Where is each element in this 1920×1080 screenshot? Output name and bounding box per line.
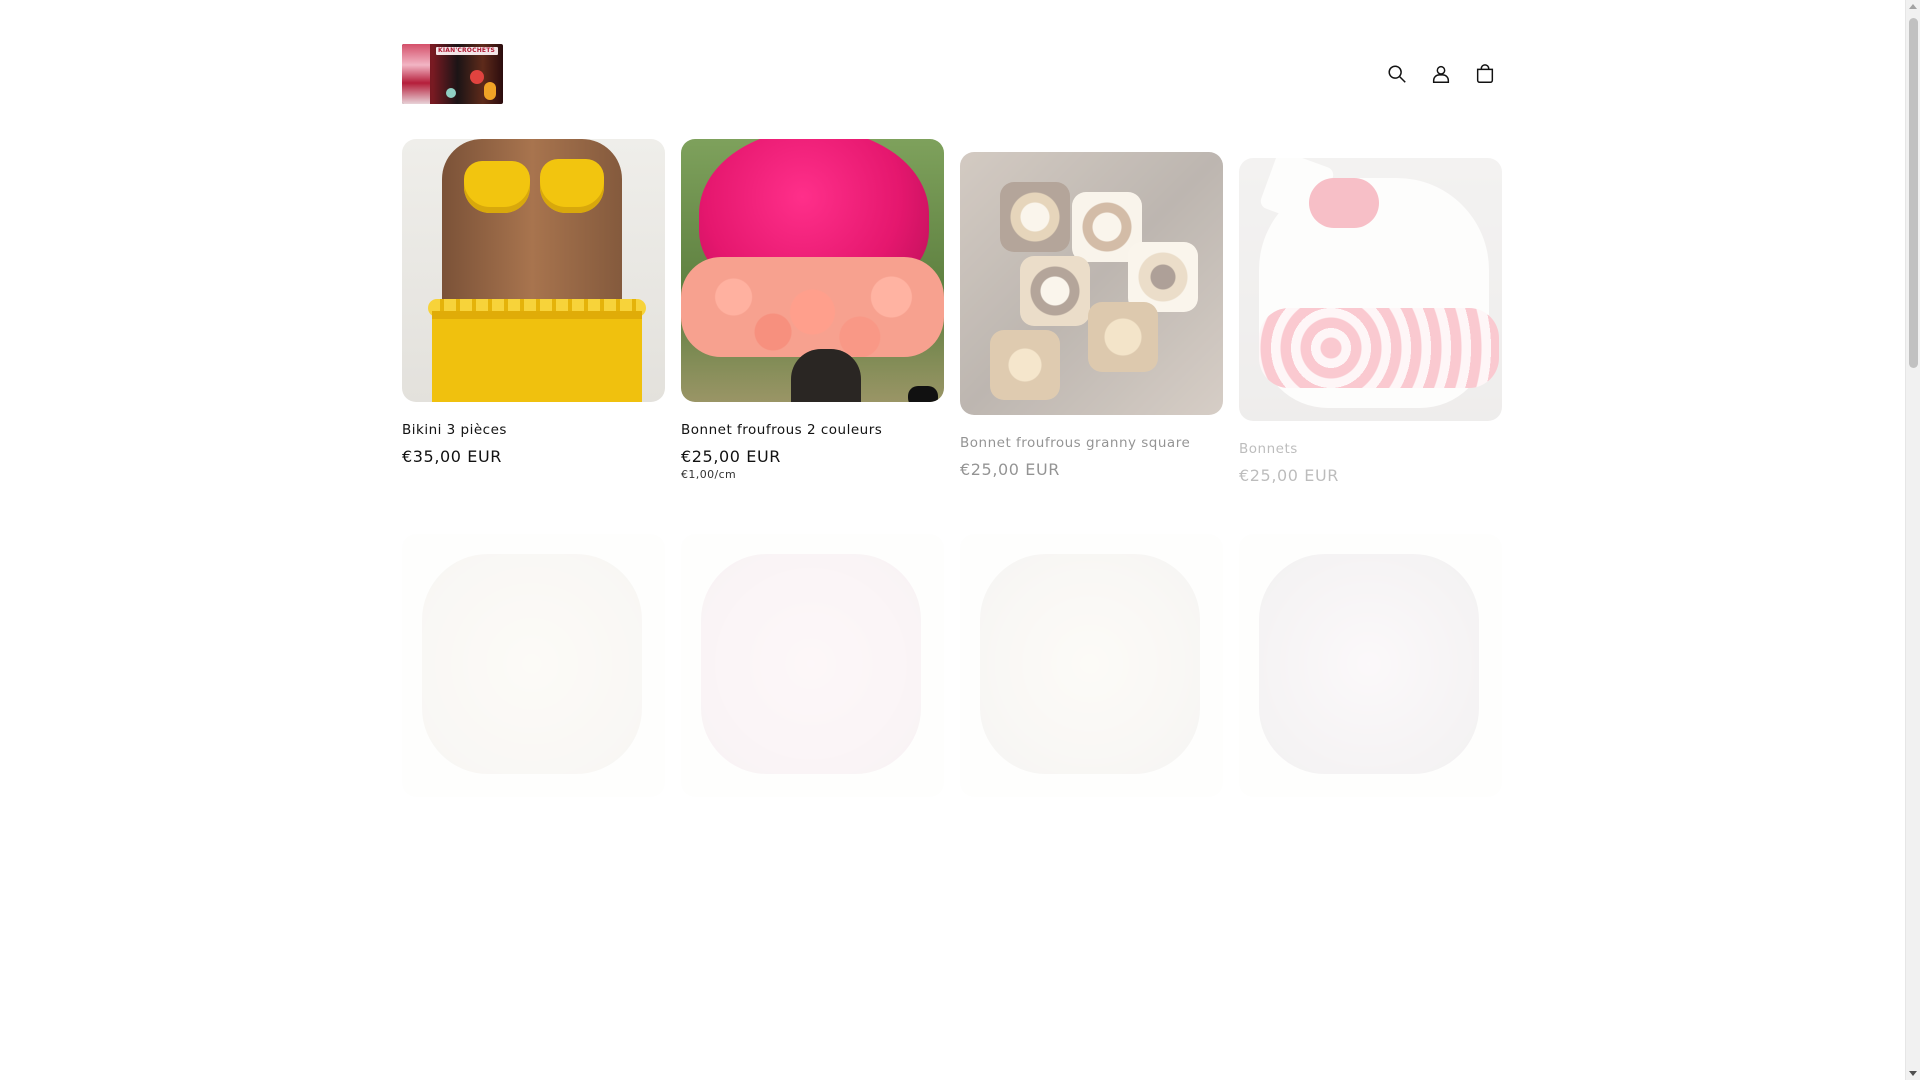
site-header: KIAN'CROCHETS — [402, 40, 1503, 108]
product-card[interactable]: Bonnet froufrous granny square €25,00 EU… — [960, 152, 1223, 481]
product-price: €25,00 EUR — [1239, 466, 1340, 485]
product-card[interactable] — [1239, 534, 1502, 815]
product-card[interactable]: Bonnets €25,00 EUR — [1239, 158, 1502, 487]
scroll-down-arrow-icon[interactable] — [1909, 1071, 1917, 1076]
product-image[interactable] — [402, 139, 665, 402]
image-detail — [464, 161, 530, 213]
product-card[interactable]: Bonnet froufrous 2 couleurs €25,00 EUR €… — [681, 139, 944, 482]
logo-decoration — [470, 70, 484, 84]
account-icon — [1432, 65, 1450, 83]
logo-photo-strip — [402, 44, 430, 104]
product-image[interactable] — [681, 534, 944, 797]
image-detail — [432, 311, 642, 402]
image-badge — [908, 386, 938, 402]
cart-icon — [1476, 64, 1494, 83]
scrollbar-thumb[interactable] — [1909, 18, 1918, 368]
account-button[interactable] — [1423, 56, 1459, 92]
scroll-up-arrow-icon[interactable] — [1909, 4, 1917, 9]
product-title[interactable]: Bonnets — [1239, 439, 1502, 459]
unit-price: €1,00/cm — [681, 468, 737, 481]
search-button[interactable] — [1379, 56, 1415, 92]
product-price: €35,00 EUR — [402, 447, 503, 466]
image-detail — [990, 330, 1060, 400]
vertical-scrollbar[interactable] — [1905, 0, 1920, 1080]
image-detail — [1259, 554, 1479, 774]
product-price: €25,00 EUR — [681, 447, 782, 466]
image-detail — [540, 159, 604, 213]
image-detail — [422, 554, 642, 774]
image-detail — [1000, 182, 1070, 252]
image-detail — [701, 554, 921, 774]
product-price: €25,00 EUR — [960, 460, 1061, 479]
header-icons — [1379, 56, 1503, 92]
logo-text: KIAN'CROCHETS — [438, 47, 496, 54]
product-title[interactable]: Bonnet froufrous 2 couleurs — [681, 420, 944, 440]
product-image[interactable] — [960, 534, 1223, 797]
product-title[interactable]: Bikini 3 pièces — [402, 420, 665, 440]
image-detail — [1309, 178, 1379, 228]
product-title[interactable]: Bonnet froufrous granny square — [960, 433, 1223, 453]
product-image[interactable] — [1239, 158, 1502, 421]
image-detail — [1259, 308, 1499, 388]
product-card[interactable]: Bikini 3 pièces €35,00 EUR — [402, 139, 665, 468]
page: KIAN'CROCHETS Bikini 3 pièces €35,00 EUR… — [0, 0, 1905, 1080]
product-card[interactable] — [960, 534, 1223, 815]
search-icon — [1388, 65, 1406, 83]
cart-button[interactable] — [1467, 56, 1503, 92]
logo-decoration — [484, 82, 496, 100]
image-detail — [681, 257, 944, 357]
image-detail — [1088, 302, 1158, 372]
store-logo[interactable]: KIAN'CROCHETS — [402, 44, 503, 104]
product-image[interactable] — [402, 534, 665, 797]
product-image[interactable] — [960, 152, 1223, 415]
image-detail — [791, 349, 861, 402]
logo-decoration — [446, 88, 456, 98]
product-card[interactable] — [681, 534, 944, 815]
product-image[interactable] — [1239, 534, 1502, 797]
product-card[interactable] — [402, 534, 665, 815]
image-detail — [1020, 256, 1090, 326]
image-detail — [980, 554, 1200, 774]
product-image[interactable] — [681, 139, 944, 402]
